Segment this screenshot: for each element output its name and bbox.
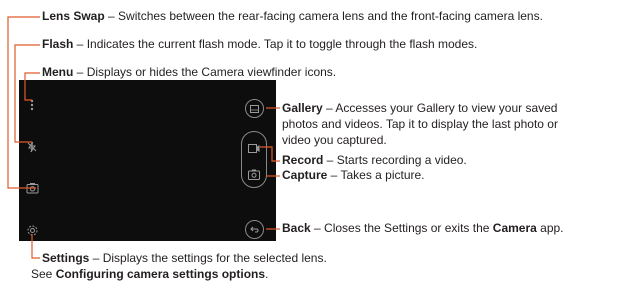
annotation-description: Accesses your Gallery to view your saved — [335, 101, 558, 115]
annotation-separator: – — [73, 37, 87, 51]
annotation-description-end: . — [265, 267, 269, 281]
gear-icon[interactable] — [24, 222, 40, 238]
annotation-separator: – — [327, 168, 341, 182]
annotation-gallery: Gallery – Accesses your Gallery to view … — [282, 100, 558, 148]
camera-viewfinder — [19, 80, 276, 241]
annotation-back: Back – Closes the Settings or exits the … — [282, 221, 564, 236]
annotation-description: See — [31, 267, 56, 281]
annotation-flash: Flash – Indicates the current flash mode… — [42, 37, 477, 52]
annotation-description: Switches between the rear-facing camera … — [118, 9, 543, 23]
annotation-capture: Capture – Takes a picture. — [282, 168, 425, 183]
annotation-separator: – — [73, 65, 87, 79]
annotation-description: Displays the settings for the selected l… — [102, 251, 327, 265]
annotation-lens-swap: Lens Swap – Switches between the rear-fa… — [42, 9, 543, 24]
menu-icon[interactable] — [26, 98, 38, 112]
annotation-title: Back — [282, 221, 311, 235]
annotation-record: Record – Starts recording a video. — [282, 153, 467, 168]
gallery-icon[interactable] — [244, 98, 265, 119]
annotation-description: Starts recording a video. — [336, 153, 467, 167]
annotation-settings: Settings – Displays the settings for the… — [31, 250, 327, 282]
annotation-title: Capture — [282, 168, 328, 182]
annotation-description: Indicates the current flash mode. Tap it… — [86, 37, 478, 51]
annotation-separator: – — [89, 251, 103, 265]
annotation-description: Closes the Settings or exits the — [324, 221, 493, 235]
annotation-description: Displays or hides the Camera viewfinder … — [86, 65, 337, 79]
annotation-title: Flash — [42, 37, 74, 51]
annotation-description: Takes a picture. — [340, 168, 425, 182]
annotation-separator: – — [323, 153, 337, 167]
flash-icon[interactable] — [25, 140, 39, 154]
camera-capture-icon[interactable] — [246, 166, 262, 182]
annotation-description: video you captured. — [282, 133, 387, 147]
annotation-emphasis: Camera — [492, 221, 537, 235]
annotation-separator: – — [310, 221, 325, 235]
annotation-description: photos and videos. Tap it to display the… — [282, 117, 558, 131]
annotation-title: Gallery — [282, 101, 323, 115]
annotation-separator: – — [104, 9, 119, 23]
annotation-description-end: app. — [536, 221, 564, 235]
video-record-icon[interactable] — [246, 141, 262, 155]
lens-swap-icon[interactable] — [24, 180, 40, 196]
back-arrow-icon[interactable] — [244, 219, 265, 240]
annotation-separator: – — [322, 101, 336, 115]
annotation-title: Settings — [42, 251, 90, 265]
annotation-menu: Menu – Displays or hides the Camera view… — [42, 65, 336, 80]
annotation-title: Menu — [42, 65, 74, 79]
settings-link-text: Configuring camera settings options — [55, 267, 266, 281]
annotation-title: Lens Swap — [42, 9, 105, 23]
annotation-title: Record — [282, 153, 324, 167]
